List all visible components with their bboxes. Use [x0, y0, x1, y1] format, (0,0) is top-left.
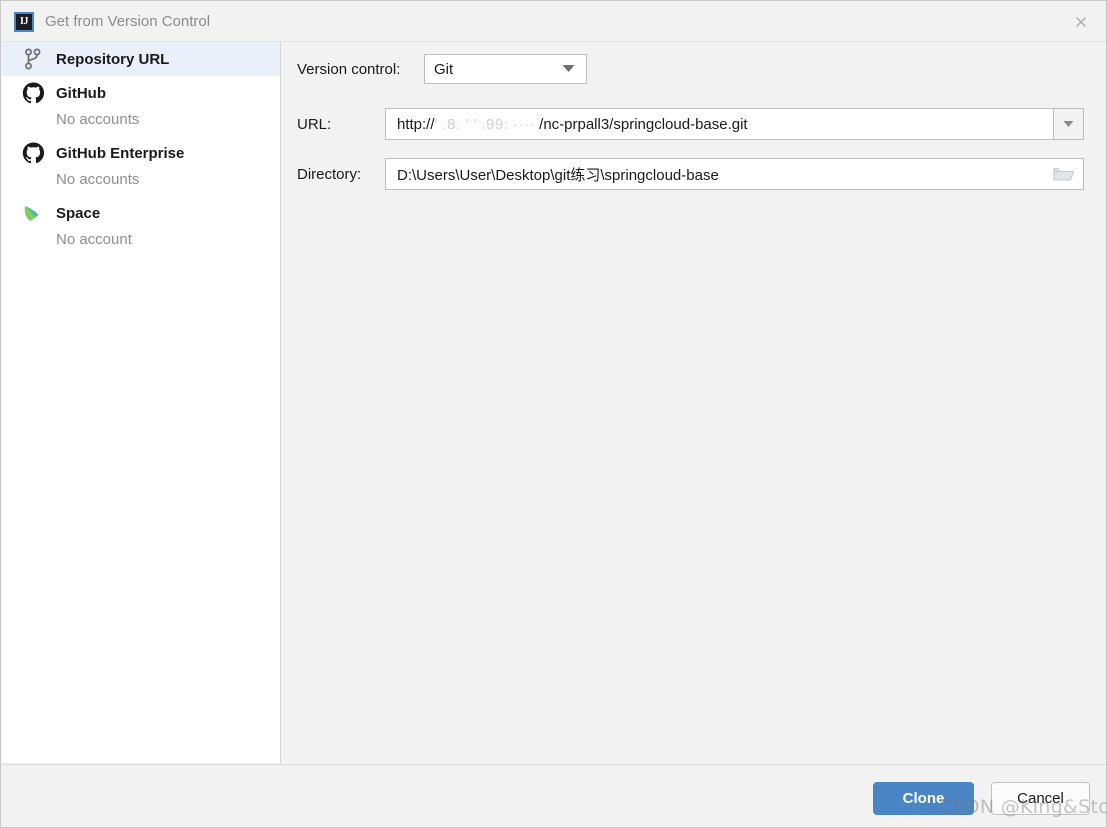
url-label: URL:	[297, 115, 332, 133]
jetbrains-space-icon	[20, 200, 46, 226]
git-branch-icon	[20, 46, 46, 72]
version-control-value: Git	[434, 60, 454, 78]
intellij-idea-icon: IJ	[14, 12, 34, 32]
url-value-redacted: ′ .8. ′ ′ .99: ····	[434, 115, 535, 133]
version-control-row: Version control: Git	[297, 54, 587, 84]
url-field-group: http://′ .8. ′ ′ .99: ···· /nc-prpall3/s…	[385, 108, 1084, 140]
directory-field-group: D:\Users\User\Desktop\git练习\springcloud-…	[385, 158, 1084, 190]
url-value-prefix: http://	[397, 115, 435, 133]
version-control-select[interactable]: Git	[424, 54, 587, 84]
url-history-dropdown-button[interactable]	[1053, 108, 1084, 140]
sidebar-item-label: Space	[56, 204, 101, 222]
sidebar-item-github-row: GitHub	[20, 76, 280, 110]
sidebar-item-space[interactable]: Space No account	[2, 196, 280, 256]
main-panel: Version control: Git URL: http://′ .8. ′…	[282, 42, 1106, 763]
github-icon	[20, 140, 46, 166]
sidebar-item-subtitle: No accounts	[56, 111, 140, 128]
sidebar-item-repository-url[interactable]: Repository URL	[2, 42, 280, 76]
get-from-version-control-dialog: IJ Get from Version Control Repository U…	[0, 0, 1107, 828]
directory-input[interactable]: D:\Users\User\Desktop\git练习\springcloud-…	[386, 159, 1045, 189]
url-value: http://′ .8. ′ ′ .99: ···· /nc-prpall3/s…	[386, 116, 748, 133]
url-row: URL: http://′ .8. ′ ′ .99: ···· /nc-prpa…	[297, 108, 1084, 140]
intellij-idea-icon-text: IJ	[20, 16, 28, 27]
folder-icon[interactable]	[1045, 159, 1083, 189]
sidebar-item-github-enterprise-row: GitHub Enterprise	[20, 136, 280, 170]
sidebar-item-github-enterprise[interactable]: GitHub Enterprise No accounts	[2, 136, 280, 196]
directory-row: Directory: D:\Users\User\Desktop\git练习\s…	[297, 158, 1084, 190]
cancel-button[interactable]: Cancel	[991, 782, 1090, 815]
clone-button[interactable]: Clone	[873, 782, 974, 815]
sidebar-item-space-row: Space	[20, 196, 280, 230]
chevron-down-icon	[562, 60, 575, 78]
sidebar-item-label: GitHub	[56, 84, 106, 102]
url-value-suffix: /nc-prpall3/springcloud-base.git	[534, 115, 748, 133]
sidebar: Repository URL GitHub No accounts GitHub…	[2, 42, 281, 763]
close-icon[interactable]	[1064, 7, 1098, 37]
github-icon	[20, 80, 46, 106]
version-control-label: Version control:	[297, 60, 401, 78]
title-bar: IJ Get from Version Control	[1, 1, 1106, 42]
sidebar-item-github[interactable]: GitHub No accounts	[2, 76, 280, 136]
directory-label: Directory:	[297, 165, 362, 183]
dialog-footer: Clone Cancel	[2, 764, 1106, 827]
sidebar-item-subtitle: No account	[56, 231, 132, 248]
chevron-down-icon	[1063, 115, 1074, 133]
sidebar-item-repository-url-row: Repository URL	[20, 42, 280, 76]
sidebar-item-label: GitHub Enterprise	[56, 144, 185, 162]
sidebar-item-subtitle: No accounts	[56, 171, 140, 188]
directory-value: D:\Users\User\Desktop\git练习\springcloud-…	[397, 166, 719, 184]
url-input[interactable]: http://′ .8. ′ ′ .99: ···· /nc-prpall3/s…	[385, 108, 1053, 140]
window-title: Get from Version Control	[45, 13, 211, 30]
sidebar-item-label: Repository URL	[56, 50, 170, 68]
